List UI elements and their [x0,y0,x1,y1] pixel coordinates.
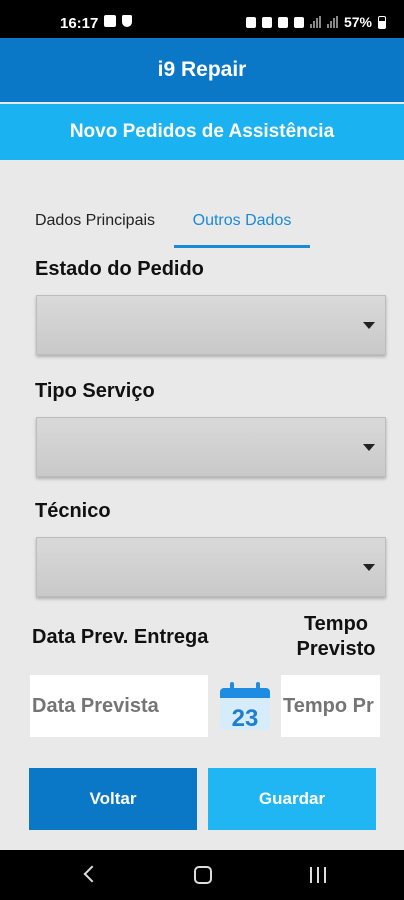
data-icon [293,16,304,28]
calendar-icon[interactable]: 23 [220,682,270,730]
tipo-servico-select[interactable] [36,417,386,477]
status-bar: 16:17 57% [0,0,404,38]
alarm-icon [245,16,256,28]
tempo-previsto-input[interactable] [281,675,380,737]
tipo-servico-label: Tipo Serviço [35,380,155,402]
signal-icon [326,16,338,28]
calendar-day: 23 [231,705,259,730]
bluetooth-icon [261,16,272,28]
app-title: i9 Repair [157,58,247,81]
system-nav-bar [0,850,404,900]
save-button[interactable]: Guardar [208,768,376,830]
shield-icon [122,15,132,27]
app-bar: i9 Repair [0,38,404,102]
status-time: 16:17 [60,15,99,32]
photo-icon [104,15,116,27]
signal-icon [309,16,321,28]
estado-label: Estado do Pedido [35,258,204,280]
battery-percent: 57% [343,14,372,30]
data-prevista-input[interactable] [30,675,208,737]
tempo-label-line1: Tempo [303,613,369,635]
tab-dados-principais[interactable]: Dados Principais [20,206,170,248]
save-button-label: Guardar [258,789,326,808]
back-button[interactable]: Voltar [29,768,197,830]
mute-icon [277,16,288,28]
tempo-label-line2: Previsto [296,638,376,660]
tecnico-select[interactable] [36,537,386,597]
tempo-previsto-label: Tempo Previsto [286,612,386,662]
dropdown-arrow-icon [363,322,375,329]
tab-label: Outros Dados [192,212,292,229]
page-title: Novo Pedidos de Assistência [69,121,335,142]
tecnico-label: Técnico [35,500,111,522]
recent-apps-icon[interactable] [310,867,326,883]
dropdown-arrow-icon [363,444,375,451]
back-nav-icon[interactable] [83,865,101,883]
estado-select[interactable] [36,295,386,355]
back-button-label: Voltar [89,789,137,808]
page-header: Novo Pedidos de Assistência [0,104,404,160]
status-system-icons: 57% [245,14,386,30]
tab-outros-dados[interactable]: Outros Dados [174,206,310,248]
tab-label: Dados Principais [34,212,156,229]
dropdown-arrow-icon [363,564,375,571]
home-nav-icon[interactable] [194,866,212,884]
battery-icon [378,15,386,29]
status-notification-icons [104,15,132,27]
data-prev-label: Data Prev. Entrega [32,626,209,648]
